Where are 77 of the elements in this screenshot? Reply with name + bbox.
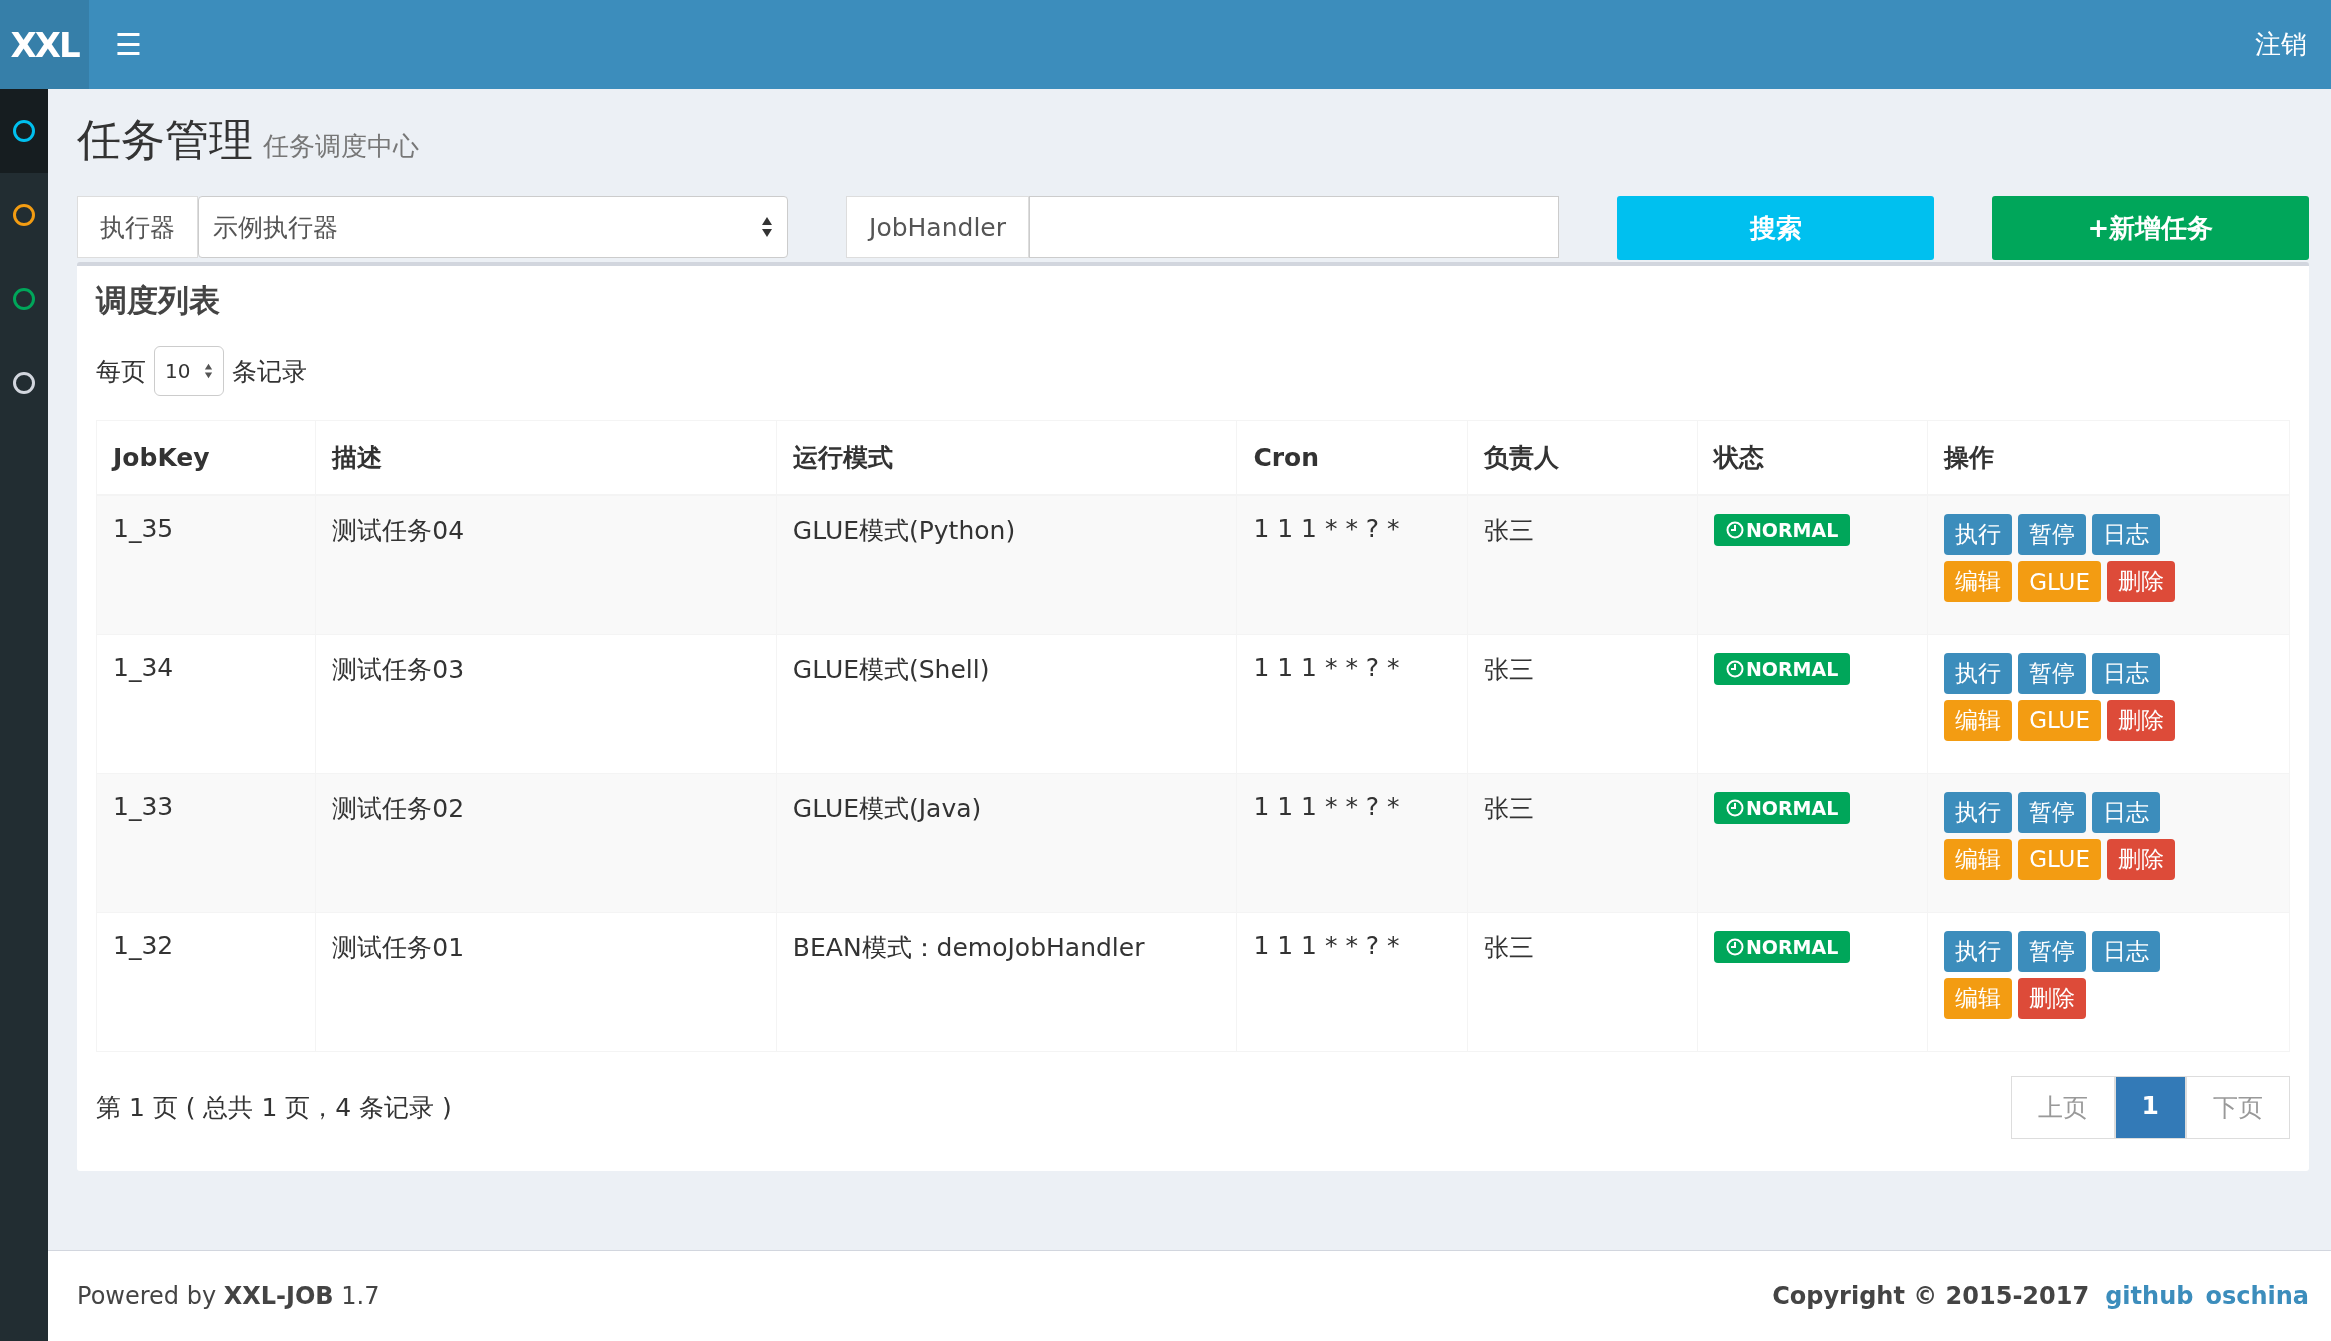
action-button[interactable]: 编辑 <box>1944 561 2013 602</box>
table-cell: 张三 <box>1467 912 1698 1051</box>
table-cell: 1_34 <box>96 634 316 773</box>
sidebar-item[interactable] <box>0 89 48 173</box>
action-button[interactable]: 暂停 <box>2018 514 2087 555</box>
sort-icon <box>761 216 773 238</box>
table-cell: 1 1 1 * * ? * <box>1236 634 1468 773</box>
table-cell: 测试任务01 <box>315 912 777 1051</box>
action-button[interactable]: 删除 <box>2018 977 2087 1019</box>
status-badge: NORMAL <box>1713 930 1851 963</box>
table-cell: 测试任务02 <box>315 773 777 912</box>
action-button[interactable]: 执行 <box>1944 791 2013 833</box>
page-size-select[interactable]: 10 <box>154 346 225 396</box>
menu-button[interactable]: ☰ <box>111 23 146 66</box>
clock-icon <box>1725 798 1744 817</box>
clock-icon <box>1725 937 1744 956</box>
add-task-button[interactable]: +新增任务 <box>1992 196 2309 260</box>
table-cell: 张三 <box>1467 634 1698 773</box>
jobhandler-label: JobHandler <box>846 196 1029 258</box>
table-cell: 1_35 <box>96 495 316 634</box>
table-info: 第 1 页 ( 总共 1 页，4 条记录 ) <box>96 1091 452 1124</box>
page-title: 任务管理 <box>77 113 253 167</box>
action-button[interactable]: GLUE <box>2018 561 2101 602</box>
table-cell: GLUE模式(Java) <box>776 773 1237 912</box>
footer-link[interactable]: oschina <box>2205 1282 2309 1310</box>
action-button[interactable]: 暂停 <box>2018 791 2087 833</box>
logout-link[interactable]: 注销 <box>2255 27 2307 62</box>
table-cell: 测试任务03 <box>315 634 777 773</box>
page-size-suffix: 条记录 <box>232 355 308 388</box>
page-subtitle: 任务调度中心 <box>263 130 419 163</box>
table-cell: 张三 <box>1467 495 1698 634</box>
table-cell: 1 1 1 * * ? * <box>1236 773 1468 912</box>
jobhandler-input[interactable] <box>1029 196 1559 258</box>
status-badge: NORMAL <box>1713 652 1851 685</box>
action-button[interactable]: 日志 <box>2092 652 2161 694</box>
action-button[interactable]: 编辑 <box>1944 977 2013 1019</box>
status-badge: NORMAL <box>1713 514 1851 546</box>
action-button[interactable]: 日志 <box>2092 514 2161 555</box>
action-button[interactable]: 删除 <box>2107 838 2175 880</box>
action-button[interactable]: 删除 <box>2107 699 2175 741</box>
sort-icon <box>204 363 214 379</box>
table-cell: BEAN模式：demoJobHandler <box>776 912 1237 1051</box>
table-cell: 1 1 1 * * ? * <box>1236 912 1468 1051</box>
logo[interactable]: XXL <box>0 0 89 89</box>
pagination-button[interactable]: 上页 <box>2010 1075 2115 1139</box>
action-button[interactable]: 日志 <box>2092 791 2161 833</box>
powered-by-text: Powered by XXL-JOB 1.7 <box>77 1282 380 1310</box>
action-button[interactable]: 暂停 <box>2018 930 2087 972</box>
action-button[interactable]: 编辑 <box>1944 699 2013 741</box>
action-button[interactable]: 执行 <box>1944 930 2013 972</box>
panel-title: 调度列表 <box>96 281 221 320</box>
table-cell: 1_32 <box>96 912 316 1051</box>
action-button[interactable]: GLUE <box>2018 838 2101 880</box>
table-cell: 张三 <box>1467 773 1698 912</box>
footer-link[interactable]: github <box>2105 1282 2194 1310</box>
clock-icon <box>1725 521 1744 539</box>
table-cell: 测试任务04 <box>315 495 777 634</box>
copyright-text: Copyright © 2015-2017 <box>1772 1282 2090 1310</box>
pagination-button[interactable]: 下页 <box>2186 1075 2290 1139</box>
executor-select[interactable]: 示例执行器 <box>198 196 788 258</box>
action-button[interactable]: 删除 <box>2107 561 2175 602</box>
table-cell: 1_33 <box>96 773 316 912</box>
search-button[interactable]: 搜索 <box>1617 196 1934 260</box>
action-button[interactable]: 日志 <box>2092 930 2161 972</box>
action-button[interactable]: 暂停 <box>2018 652 2087 694</box>
action-button[interactable]: GLUE <box>2018 699 2101 741</box>
pagination-button[interactable]: 1 <box>2114 1075 2186 1139</box>
table-cell: 1 1 1 * * ? * <box>1236 495 1468 634</box>
action-button[interactable]: 执行 <box>1944 652 2013 694</box>
table-cell: GLUE模式(Python) <box>776 495 1237 634</box>
clock-icon <box>1725 659 1744 678</box>
page-size-label: 每页 <box>96 355 146 388</box>
executor-label: 执行器 <box>77 196 198 258</box>
table-cell: GLUE模式(Shell) <box>776 634 1237 773</box>
status-badge: NORMAL <box>1713 791 1851 824</box>
action-button[interactable]: 编辑 <box>1944 838 2013 880</box>
action-button[interactable]: 执行 <box>1944 514 2013 555</box>
